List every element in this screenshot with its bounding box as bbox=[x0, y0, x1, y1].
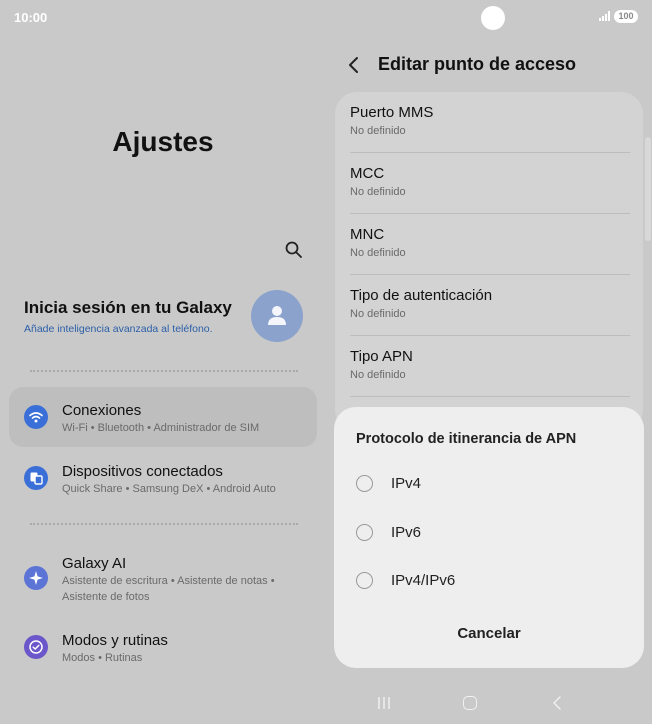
menu-item-dispositivos-conectados[interactable]: Dispositivos conectados Quick Share • Sa… bbox=[9, 448, 317, 508]
status-bar: 10:00 100 bbox=[0, 0, 652, 34]
signal-icon bbox=[599, 11, 610, 21]
menu-item-label: Modos y rutinas bbox=[62, 632, 168, 649]
list-item-label: Tipo APN bbox=[350, 348, 413, 365]
wifi-icon bbox=[24, 405, 48, 429]
menu-item-subtitle: Wi-Fi • Bluetooth • Administrador de SIM bbox=[62, 422, 260, 434]
menu-item-subtitle: Modos • Rutinas bbox=[62, 652, 143, 664]
list-item-value: No definido bbox=[350, 247, 406, 259]
back-icon[interactable] bbox=[551, 696, 563, 710]
list-item-label: Puerto MMS bbox=[350, 104, 434, 121]
list-item-label: MCC bbox=[350, 165, 385, 182]
recent-apps-icon[interactable] bbox=[377, 696, 391, 710]
right-pane-title: Editar punto de acceso bbox=[378, 54, 577, 74]
radio-option-ipv4-ipv6[interactable]: IPv4/IPv6 bbox=[334, 559, 644, 603]
menu-item-label: Galaxy AI bbox=[62, 555, 127, 572]
menu-item-conexiones[interactable]: Conexiones Wi-Fi • Bluetooth • Administr… bbox=[9, 387, 317, 447]
list-item-value: No definido bbox=[350, 125, 406, 137]
check-circle-icon bbox=[24, 635, 48, 659]
menu-item-label: Dispositivos conectados bbox=[62, 463, 223, 480]
list-item-mcc[interactable]: MCC No definido bbox=[350, 153, 630, 214]
cancel-button[interactable]: Cancelar bbox=[439, 625, 539, 647]
menu-item-subtitle: Quick Share • Samsung DeX • Android Auto bbox=[62, 483, 276, 495]
devices-icon bbox=[24, 466, 48, 490]
list-item-label: Tipo de autenticación bbox=[350, 287, 493, 304]
list-item-label: MNC bbox=[350, 226, 385, 243]
radio-label: IPv4 bbox=[391, 475, 422, 492]
list-item-puerto-mms[interactable]: Puerto MMS No definido bbox=[350, 92, 630, 153]
list-item-value: No definido bbox=[350, 186, 406, 198]
list-item-value: No definido bbox=[350, 308, 406, 320]
radio-label: IPv6 bbox=[391, 524, 422, 541]
apn-roaming-protocol-dialog: Protocolo de itinerancia de APN IPv4 IPv… bbox=[334, 407, 644, 668]
radio-label: IPv4/IPv6 bbox=[391, 572, 456, 589]
radio-button-icon[interactable] bbox=[356, 524, 373, 541]
battery-icon: 100 bbox=[614, 10, 638, 23]
page-title: Ajustes bbox=[112, 126, 214, 157]
scrollbar[interactable] bbox=[645, 137, 651, 241]
divider bbox=[30, 523, 298, 525]
chevron-left-icon[interactable] bbox=[345, 55, 363, 75]
person-icon bbox=[268, 306, 286, 325]
divider bbox=[30, 370, 298, 372]
radio-button-icon[interactable] bbox=[356, 475, 373, 492]
menu-item-label: Conexiones bbox=[62, 402, 142, 419]
dialog-title: Protocolo de itinerancia de APN bbox=[356, 431, 577, 447]
signin-subtitle: Añade inteligencia avanzada al teléfono. bbox=[24, 323, 213, 335]
apn-fields-list: Puerto MMS No definido MCC No definido M… bbox=[335, 92, 643, 432]
list-item-tipo-apn[interactable]: Tipo APN No definido bbox=[350, 336, 630, 397]
avatar[interactable] bbox=[251, 290, 303, 342]
menu-item-modos-y-rutinas[interactable]: Modos y rutinas Modos • Rutinas bbox=[9, 617, 317, 677]
settings-pane: Ajustes Inicia sesión en tu Galaxy Añade… bbox=[0, 34, 326, 724]
search-icon[interactable] bbox=[284, 240, 304, 260]
menu-item-galaxy-ai[interactable]: Galaxy AI Asistente de escritura • Asist… bbox=[9, 540, 317, 610]
radio-option-ipv6[interactable]: IPv6 bbox=[334, 511, 644, 555]
home-icon[interactable] bbox=[463, 696, 477, 710]
radio-button-icon[interactable] bbox=[356, 572, 373, 589]
sparkle-icon bbox=[24, 566, 48, 590]
status-time: 10:00 bbox=[14, 10, 48, 25]
camera-icon bbox=[481, 6, 505, 30]
signin-title: Inicia sesión en tu Galaxy bbox=[24, 298, 232, 317]
list-item-value: No definido bbox=[350, 369, 406, 381]
radio-option-ipv4[interactable]: IPv4 bbox=[334, 462, 644, 506]
list-item-tipo-autenticacion[interactable]: Tipo de autenticación No definido bbox=[350, 275, 630, 336]
list-item-mnc[interactable]: MNC No definido bbox=[350, 214, 630, 275]
menu-item-subtitle: Asistente de escritura • Asistente de no… bbox=[62, 575, 275, 603]
